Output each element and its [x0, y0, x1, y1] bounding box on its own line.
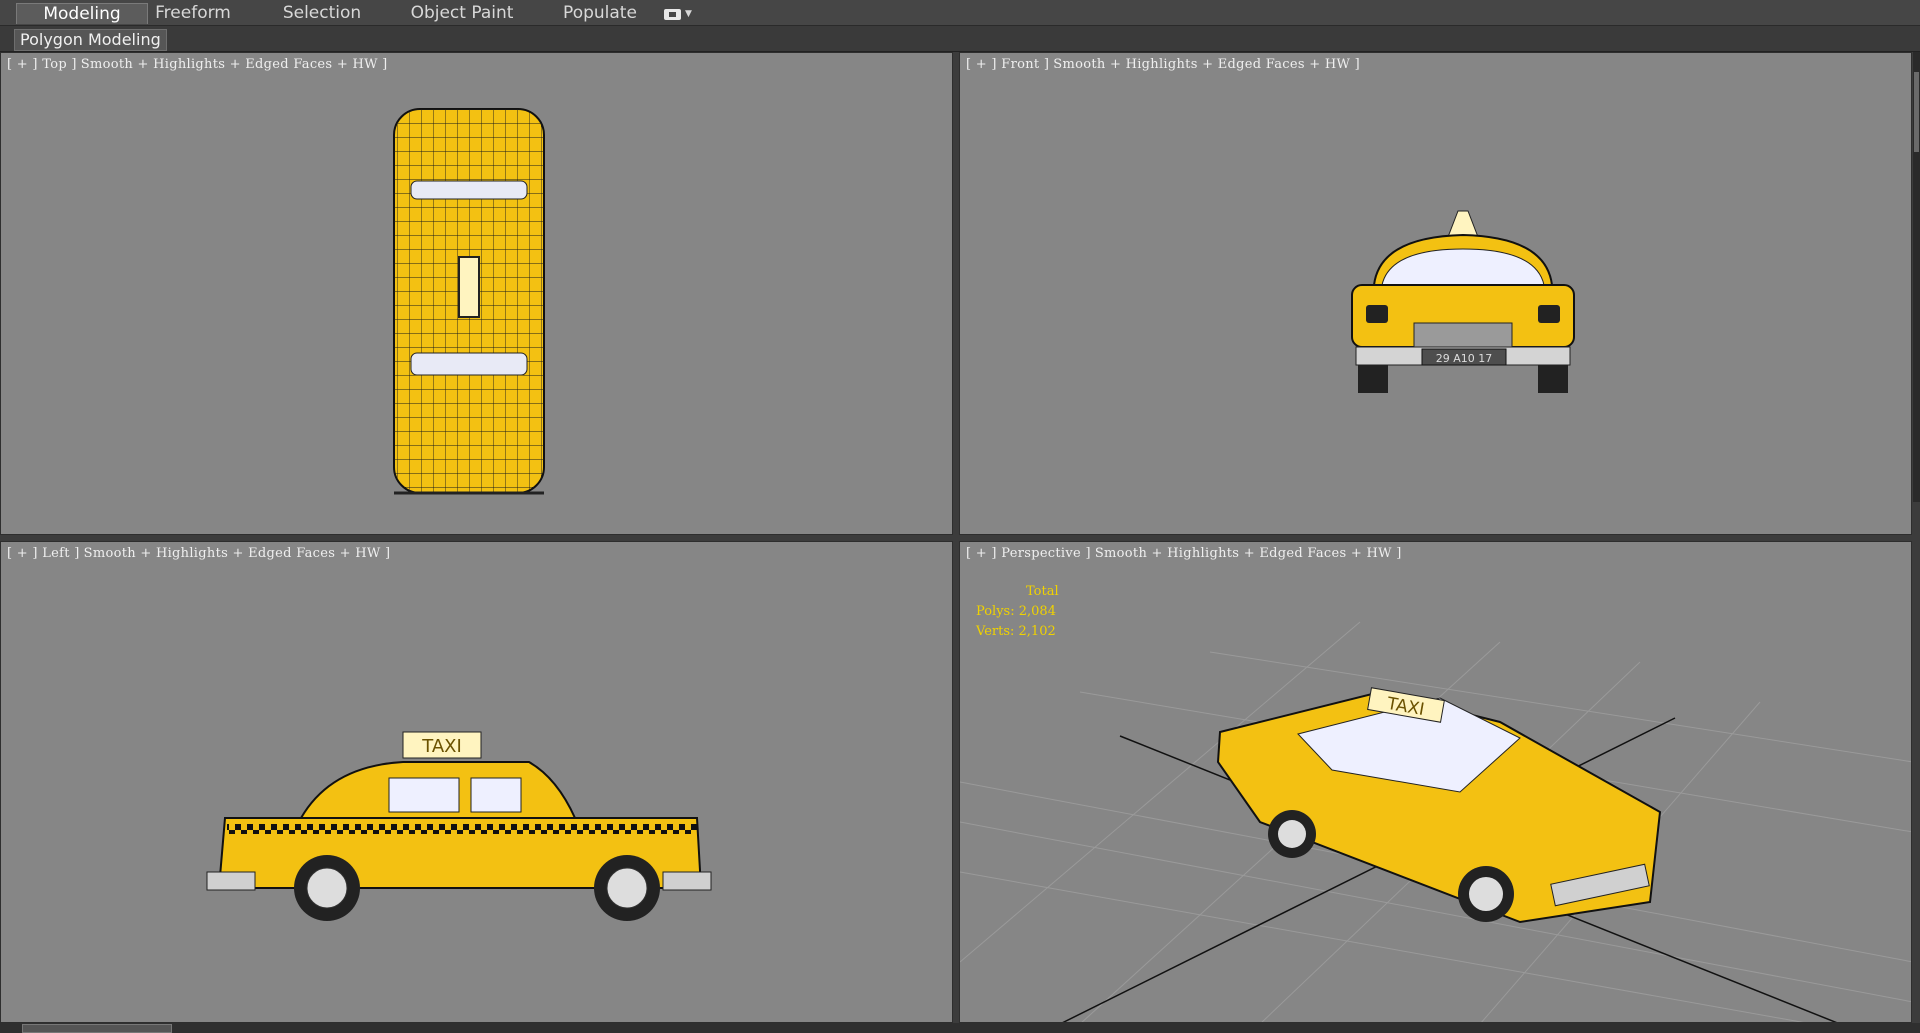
- perspective-scene: TAXI: [960, 621, 1911, 1022]
- scrollbar-thumb[interactable]: [1914, 72, 1919, 152]
- viewport-top[interactable]: [ + ] Top ] Smooth + Highlights + Edged F…: [0, 52, 953, 535]
- taxi-top-view: [393, 108, 545, 495]
- chevron-down-icon: ▼: [685, 9, 692, 19]
- polygon-modeling-button[interactable]: Polygon Modeling: [14, 29, 167, 51]
- ribbon-options-button[interactable]: ▼: [664, 6, 694, 22]
- tab-modeling[interactable]: Modeling: [16, 3, 148, 24]
- ribbon-panel: Polygon Modeling: [0, 26, 1920, 52]
- ribbon-tab-bar: Modeling Freeform Selection Object Paint…: [0, 0, 1920, 26]
- tab-freeform[interactable]: Freeform: [148, 3, 238, 24]
- right-scrollbar[interactable]: [1913, 52, 1920, 502]
- taxi-front-view: 29 A10 17: [1351, 210, 1575, 393]
- tab-selection[interactable]: Selection: [270, 3, 374, 24]
- viewport-left[interactable]: [ + ] Left ] Smooth + Highlights + Edged …: [0, 541, 953, 1023]
- taxi-roof-sign: TAXI: [421, 736, 462, 757]
- taxi-side-view: TAXI: [206, 731, 712, 921]
- ribbon-options-icon: [664, 8, 681, 20]
- viewport-perspective[interactable]: [ + ] Perspective ] Smooth + Highlights +…: [959, 541, 1912, 1023]
- tab-object-paint[interactable]: Object Paint: [406, 3, 518, 24]
- license-plate: 29 A10 17: [1436, 352, 1493, 365]
- bottom-time-slider[interactable]: [0, 1023, 1920, 1033]
- tab-populate[interactable]: Populate: [552, 3, 648, 24]
- time-slider-thumb[interactable]: [22, 1024, 172, 1033]
- viewport-front[interactable]: [ + ] Front ] Smooth + Highlights + Edged…: [959, 52, 1912, 535]
